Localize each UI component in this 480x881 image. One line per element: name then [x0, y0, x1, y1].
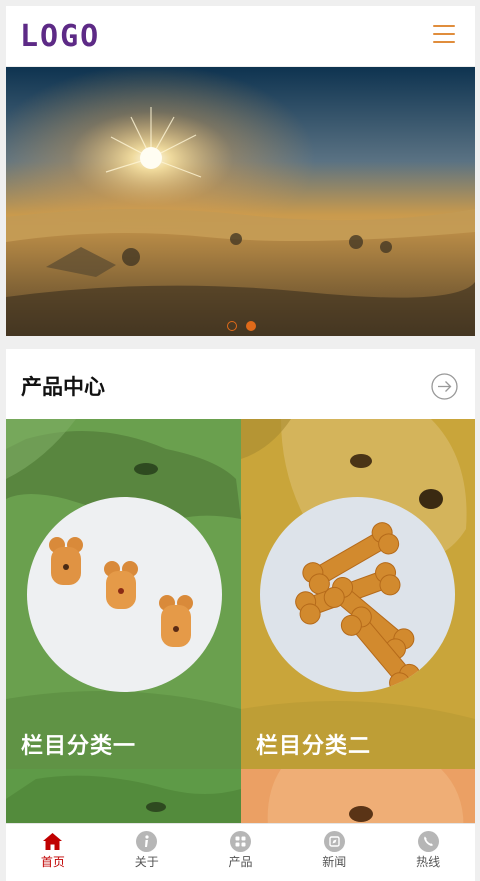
tab-label: 热线	[416, 855, 441, 869]
banner-carousel[interactable]	[6, 67, 475, 336]
carousel-dot[interactable]	[227, 321, 237, 331]
bottom-tab-bar: 首页 关于 产品 新闻 热线	[6, 823, 475, 881]
tab-label: 关于	[134, 855, 159, 869]
compass-icon	[323, 831, 345, 852]
tab-about[interactable]: 关于	[100, 824, 194, 881]
category-card[interactable]: 栏目分类一	[6, 419, 241, 769]
arrow-right-circle-icon[interactable]	[431, 373, 458, 400]
category-card[interactable]: 栏目分类二	[241, 419, 475, 769]
section-title: 产品中心	[21, 376, 105, 399]
product-image-bone-biscuits	[260, 497, 455, 692]
header: LOGO	[6, 6, 475, 67]
phone-icon	[417, 831, 439, 852]
tab-hotline[interactable]: 热线	[381, 824, 475, 881]
section-divider	[6, 336, 475, 349]
hamburger-menu-icon[interactable]	[433, 25, 455, 45]
home-icon	[42, 831, 63, 852]
tab-label: 首页	[40, 855, 65, 869]
category-label[interactable]: 栏目分类一	[21, 728, 136, 760]
product-grid: 栏目分类一 栏目分类二	[6, 419, 475, 849]
logo[interactable]: LOGO	[20, 20, 100, 54]
tab-label: 产品	[228, 855, 253, 869]
info-icon	[136, 831, 158, 852]
tab-news[interactable]: 新闻	[287, 824, 381, 881]
grid-icon	[229, 831, 251, 852]
product-image-bear-cookies	[27, 497, 222, 692]
tab-label: 新闻	[322, 855, 347, 869]
page-frame: LOGO 产品中心 栏目分类一 栏目分类二 首页 关于 产品 新闻 热线	[6, 6, 475, 881]
carousel-dot-active[interactable]	[246, 321, 256, 331]
category-label[interactable]: 栏目分类二	[256, 728, 371, 760]
tab-products[interactable]: 产品	[194, 824, 288, 881]
banner-image	[6, 67, 475, 336]
tab-home[interactable]: 首页	[6, 824, 100, 881]
section-header: 产品中心	[6, 349, 475, 419]
carousel-dots	[227, 321, 256, 331]
